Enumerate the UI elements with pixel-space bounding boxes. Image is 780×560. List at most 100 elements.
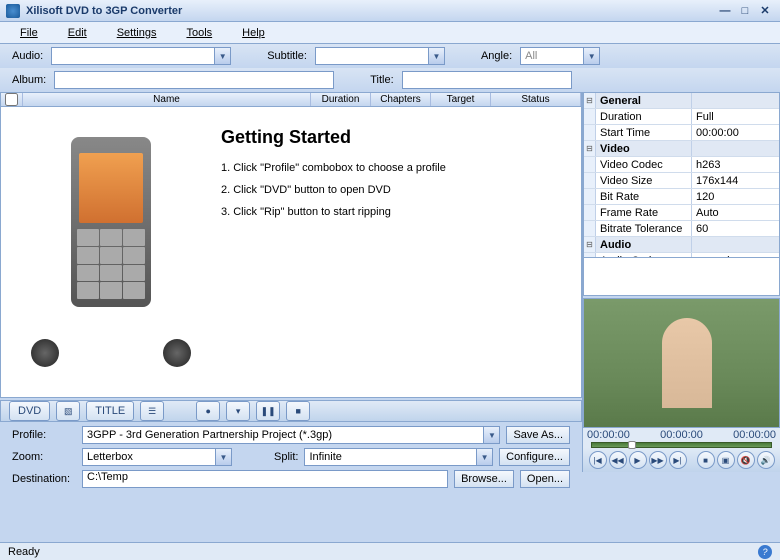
col-target[interactable]: Target	[431, 93, 491, 106]
next-button[interactable]: ▶|	[669, 451, 687, 469]
chevron-down-icon: ▼	[483, 427, 499, 443]
collapse-icon[interactable]: ⊟	[584, 141, 596, 156]
section-name: General	[596, 93, 692, 108]
phone-illustration	[21, 137, 201, 377]
chevron-down-icon: ▼	[214, 48, 230, 64]
close-button[interactable]: ✕	[756, 4, 774, 18]
prop-section[interactable]: ⊟Video	[584, 141, 779, 157]
snapshot-button[interactable]: ▣	[717, 451, 735, 469]
prop-value[interactable]: 00:00:00	[692, 125, 779, 140]
seek-slider[interactable]	[591, 442, 772, 448]
destination-field[interactable]: C:\Temp	[82, 470, 448, 488]
time-start: 00:00:00	[587, 429, 630, 441]
menu-help[interactable]: Help	[242, 27, 265, 39]
forward-button[interactable]: ▶▶	[649, 451, 667, 469]
col-name[interactable]: Name	[23, 93, 311, 106]
time-end: 00:00:00	[733, 429, 776, 441]
player-controls: |◀ ◀◀ ▶ ▶▶ ▶| ■ ▣ 🔇 🔊	[583, 448, 780, 472]
window-title: Xilisoft DVD to 3GP Converter	[26, 5, 716, 17]
section-name: Video	[596, 141, 692, 156]
slider-knob[interactable]	[628, 441, 636, 449]
volume-button[interactable]: 🔊	[757, 451, 775, 469]
prop-section[interactable]: ⊟Audio	[584, 237, 779, 253]
audio-combo[interactable]: ▼	[51, 47, 231, 65]
browse-button[interactable]: Browse...	[454, 470, 514, 488]
profile-combo[interactable]: 3GPP - 3rd Generation Partnership Projec…	[82, 426, 500, 444]
prop-key: Video Size	[596, 173, 692, 188]
help-icon[interactable]: ?	[758, 545, 772, 559]
mute-button[interactable]: 🔇	[737, 451, 755, 469]
angle-label: Angle:	[481, 50, 512, 62]
menu-tools[interactable]: Tools	[186, 27, 212, 39]
album-field[interactable]	[54, 71, 334, 89]
maximize-button[interactable]: □	[736, 4, 754, 18]
prop-value[interactable]: 120	[692, 189, 779, 204]
album-label: Album:	[12, 74, 46, 86]
prop-row[interactable]: Start Time00:00:00	[584, 125, 779, 141]
getting-started: Getting Started 1. Click "Profile" combo…	[221, 127, 446, 228]
grid-checkbox-header[interactable]	[1, 93, 23, 106]
dvd-button[interactable]: DVD	[9, 401, 50, 421]
prop-value[interactable]: 176x144	[692, 173, 779, 188]
split-combo[interactable]: Infinite▼	[304, 448, 493, 466]
subtitle-combo[interactable]: ▼	[315, 47, 445, 65]
stop-button[interactable]: ■	[286, 401, 310, 421]
menu-settings[interactable]: Settings	[117, 27, 157, 39]
property-grid[interactable]: ⊟GeneralDurationFullStart Time00:00:00⊟V…	[583, 92, 780, 258]
title-button[interactable]: TITLE	[86, 401, 134, 421]
prop-key: Frame Rate	[596, 205, 692, 220]
folder-button[interactable]: ▧	[56, 401, 80, 421]
menu-file[interactable]: File	[20, 27, 38, 39]
menubar: File Edit Settings Tools Help	[0, 22, 780, 44]
content-body: Getting Started 1. Click "Profile" combo…	[0, 107, 582, 398]
toolbar-row-1: Audio: ▼ Subtitle: ▼ Angle: All▼	[0, 44, 780, 68]
title-field[interactable]	[402, 71, 572, 89]
zoom-label: Zoom:	[12, 451, 76, 463]
pause-button[interactable]: ❚❚	[256, 401, 280, 421]
prop-row[interactable]: Video Codech263	[584, 157, 779, 173]
prop-value[interactable]: 60	[692, 221, 779, 236]
angle-combo[interactable]: All▼	[520, 47, 600, 65]
destination-label: Destination:	[12, 473, 76, 485]
prev-button[interactable]: |◀	[589, 451, 607, 469]
prop-row[interactable]: Video Size176x144	[584, 173, 779, 189]
grid-header: Name Duration Chapters Target Status	[0, 92, 582, 107]
stop-rip-button[interactable]: ▾	[226, 401, 250, 421]
col-chapters[interactable]: Chapters	[371, 93, 431, 106]
prop-key: Duration	[596, 109, 692, 124]
col-duration[interactable]: Duration	[311, 93, 371, 106]
play-button[interactable]: ▶	[629, 451, 647, 469]
configure-button[interactable]: Configure...	[499, 448, 570, 466]
collapse-icon[interactable]: ⊟	[584, 93, 596, 108]
zoom-combo[interactable]: Letterbox▼	[82, 448, 232, 466]
preview-image	[584, 299, 779, 427]
property-edit-area[interactable]	[583, 258, 780, 296]
split-value: Infinite	[309, 451, 341, 463]
menu-edit[interactable]: Edit	[68, 27, 87, 39]
rewind-button[interactable]: ◀◀	[609, 451, 627, 469]
player-stop-button[interactable]: ■	[697, 451, 715, 469]
save-as-button[interactable]: Save As...	[506, 426, 570, 444]
record-button[interactable]: ●	[196, 401, 220, 421]
select-all-checkbox[interactable]	[5, 93, 18, 106]
minimize-button[interactable]: —	[716, 4, 734, 18]
toolbar-row-2: Album: Title:	[0, 68, 780, 92]
prop-key: Bitrate Tolerance	[596, 221, 692, 236]
audio-label: Audio:	[12, 50, 43, 62]
collapse-icon[interactable]: ⊟	[584, 237, 596, 252]
prop-key: Bit Rate	[596, 189, 692, 204]
col-status[interactable]: Status	[491, 93, 581, 106]
step-2: 2. Click "DVD" button to open DVD	[221, 184, 446, 196]
time-bar: 00:00:00 00:00:00 00:00:00	[583, 428, 780, 442]
prop-row[interactable]: Bit Rate120	[584, 189, 779, 205]
control-bar: DVD ▧ TITLE ☰ ● ▾ ❚❚ ■	[0, 400, 582, 422]
open-button[interactable]: Open...	[520, 470, 570, 488]
prop-value[interactable]: h263	[692, 157, 779, 172]
list-button[interactable]: ☰	[140, 401, 164, 421]
prop-row[interactable]: Bitrate Tolerance60	[584, 221, 779, 237]
prop-value[interactable]: Full	[692, 109, 779, 124]
prop-section[interactable]: ⊟General	[584, 93, 779, 109]
prop-row[interactable]: DurationFull	[584, 109, 779, 125]
prop-row[interactable]: Frame RateAuto	[584, 205, 779, 221]
prop-value[interactable]: Auto	[692, 205, 779, 220]
